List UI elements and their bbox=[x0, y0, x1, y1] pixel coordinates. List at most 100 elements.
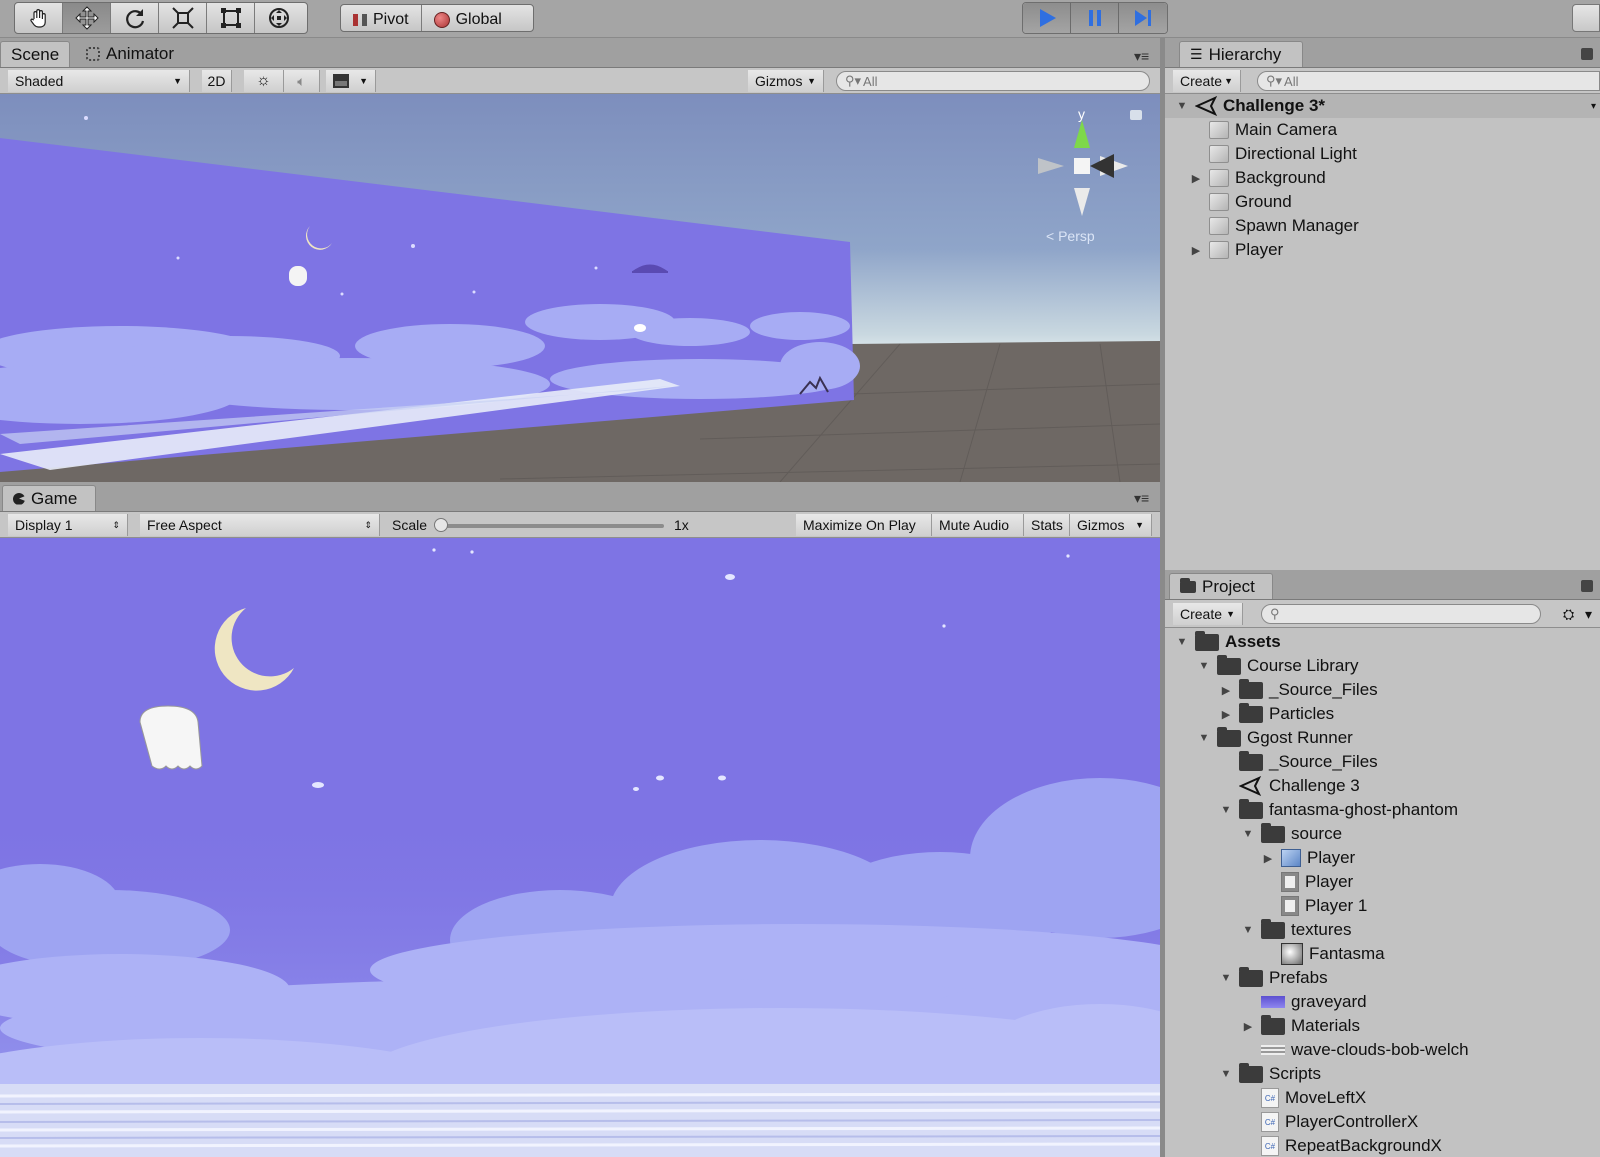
project-item[interactable]: ▼ Ggost Runner bbox=[1197, 726, 1353, 750]
folder-icon bbox=[1261, 822, 1285, 843]
lock-icon[interactable] bbox=[1581, 48, 1593, 60]
hierarchy-item[interactable]: Spawn Manager bbox=[1209, 214, 1359, 238]
expand-arrow-icon[interactable]: ▼ bbox=[1241, 827, 1255, 841]
play-button[interactable] bbox=[1023, 3, 1071, 33]
global-button[interactable]: Global bbox=[422, 5, 514, 31]
project-item[interactable]: Fantasma bbox=[1281, 942, 1385, 966]
expand-arrow-icon[interactable]: ▼ bbox=[1219, 971, 1233, 985]
project-item[interactable]: ▼ source bbox=[1241, 822, 1342, 846]
main-toolbar: Pivot Global bbox=[0, 0, 1600, 38]
filter-by-type-icon[interactable]: ⛭ bbox=[1563, 606, 1574, 623]
game-gizmos-dropdown[interactable]: Gizmos ▼ bbox=[1070, 514, 1152, 536]
hierarchy-item[interactable]: Directional Light bbox=[1209, 142, 1357, 166]
scale-slider-track[interactable] bbox=[436, 524, 664, 528]
hierarchy-search-input[interactable]: ⚲▾ All bbox=[1257, 71, 1600, 91]
rotate-tool-button[interactable] bbox=[111, 3, 159, 33]
pause-icon bbox=[1088, 10, 1101, 26]
scene-menu-icon[interactable]: ▾ bbox=[1591, 101, 1596, 112]
project-item[interactable]: C# RepeatBackgroundX bbox=[1261, 1134, 1442, 1157]
scale-tool-button[interactable] bbox=[159, 3, 207, 33]
expand-arrow-icon[interactable]: ▼ bbox=[1197, 731, 1211, 745]
hierarchy-item[interactable]: ▶ Player bbox=[1189, 238, 1283, 262]
filter-by-label-icon[interactable]: ▾ bbox=[1585, 606, 1592, 623]
project-item[interactable]: ▶ _Source_Files bbox=[1219, 678, 1378, 702]
project-item[interactable]: C# MoveLeftX bbox=[1261, 1086, 1366, 1110]
project-item[interactable]: ▼ textures bbox=[1241, 918, 1351, 942]
project-item[interactable]: ▼ Course Library bbox=[1197, 654, 1359, 678]
expand-arrow-icon[interactable]: ▼ bbox=[1241, 923, 1255, 937]
expand-arrow-icon[interactable]: ▼ bbox=[1175, 99, 1189, 113]
hand-tool-button[interactable] bbox=[15, 3, 63, 33]
csharp-script-icon: C# bbox=[1261, 1088, 1279, 1108]
hierarchy-item[interactable]: ▶ Background bbox=[1189, 166, 1326, 190]
hierarchy-create-button[interactable]: Create ▼ bbox=[1173, 70, 1241, 92]
project-item[interactable]: Player bbox=[1281, 870, 1353, 894]
shading-dropdown[interactable]: Shaded ▼ bbox=[8, 70, 190, 92]
expand-arrow-icon[interactable]: ▶ bbox=[1189, 243, 1203, 257]
lighting-toggle[interactable]: ☼ bbox=[244, 70, 284, 92]
tab-animator-label: Animator bbox=[106, 44, 175, 63]
tab-game[interactable]: Game bbox=[2, 485, 96, 511]
expand-arrow-icon[interactable]: ▶ bbox=[1189, 171, 1203, 185]
panel-menu-icon[interactable]: ▾≡ bbox=[1134, 48, 1149, 65]
expand-arrow-icon[interactable]: ▼ bbox=[1219, 803, 1233, 817]
tab-scene[interactable]: Scene bbox=[0, 41, 70, 67]
project-search-input[interactable]: ⚲ bbox=[1261, 604, 1541, 624]
unity-scene-icon bbox=[1195, 96, 1217, 116]
toggle-2d-button[interactable]: 2D bbox=[202, 70, 232, 92]
scale-slider-thumb[interactable] bbox=[434, 518, 448, 532]
lock-icon[interactable] bbox=[1130, 110, 1142, 120]
stats-toggle[interactable]: Stats bbox=[1024, 514, 1070, 536]
project-item[interactable]: _Source_Files bbox=[1239, 750, 1378, 774]
project-item-assets[interactable]: ▼ Assets bbox=[1175, 630, 1281, 654]
lock-icon[interactable] bbox=[1581, 580, 1593, 592]
expand-arrow-icon[interactable]: ▼ bbox=[1219, 1067, 1233, 1081]
maximize-on-play-toggle[interactable]: Maximize On Play bbox=[796, 514, 932, 536]
move-tool-button[interactable] bbox=[63, 3, 111, 33]
project-item[interactable]: ▼ fantasma-ghost-phantom bbox=[1219, 798, 1458, 822]
project-item[interactable]: ▶ Player bbox=[1261, 846, 1355, 870]
transform-tool-button[interactable] bbox=[255, 3, 303, 33]
tab-project[interactable]: Project bbox=[1169, 573, 1273, 599]
pivot-button[interactable]: Pivot bbox=[341, 5, 422, 31]
display-dropdown[interactable]: Display 1 ⇕ bbox=[8, 514, 128, 536]
rect-tool-button[interactable] bbox=[207, 3, 255, 33]
game-viewport[interactable] bbox=[0, 538, 1160, 1157]
expand-arrow-icon[interactable]: ▶ bbox=[1219, 707, 1233, 721]
tab-game-label: Game bbox=[31, 488, 78, 508]
step-button[interactable] bbox=[1119, 3, 1167, 33]
effects-dropdown[interactable]: ▼ bbox=[326, 70, 376, 92]
scene-search-input[interactable]: ⚲▾ All bbox=[836, 71, 1150, 91]
panel-menu-icon[interactable]: ▾≡ bbox=[1134, 490, 1149, 507]
pause-button[interactable] bbox=[1071, 3, 1119, 33]
hierarchy-item[interactable]: Ground bbox=[1209, 190, 1292, 214]
project-item[interactable]: C# PlayerControllerX bbox=[1261, 1110, 1418, 1134]
project-item[interactable]: graveyard bbox=[1261, 990, 1367, 1014]
expand-arrow-icon[interactable]: ▶ bbox=[1241, 1019, 1255, 1033]
mute-audio-toggle[interactable]: Mute Audio bbox=[932, 514, 1024, 536]
expand-arrow-icon[interactable]: ▶ bbox=[1261, 851, 1275, 865]
tab-animator[interactable]: Animator bbox=[76, 41, 184, 67]
project-item[interactable]: ▶ Materials bbox=[1241, 1014, 1360, 1038]
expand-arrow-icon[interactable]: ▼ bbox=[1175, 635, 1189, 649]
project-item[interactable]: ▼ Prefabs bbox=[1219, 966, 1328, 990]
orientation-gizmo[interactable]: y < Persp bbox=[1034, 104, 1134, 244]
project-item[interactable]: Challenge 3 bbox=[1239, 774, 1360, 798]
hierarchy-item[interactable]: Main Camera bbox=[1209, 118, 1337, 142]
collab-button[interactable] bbox=[1572, 4, 1600, 32]
scene-gizmos-dropdown[interactable]: Gizmos ▼ bbox=[748, 70, 824, 92]
expand-arrow-icon[interactable]: ▼ bbox=[1197, 659, 1211, 673]
aspect-dropdown[interactable]: Free Aspect ⇕ bbox=[140, 514, 380, 536]
project-item[interactable]: wave-clouds-bob-welch bbox=[1261, 1038, 1469, 1062]
scale-icon bbox=[171, 7, 194, 29]
tab-hierarchy[interactable]: ☰ Hierarchy bbox=[1179, 41, 1303, 67]
project-item[interactable]: Player 1 bbox=[1281, 894, 1367, 918]
expand-arrow-icon[interactable]: ▶ bbox=[1219, 683, 1233, 697]
project-create-button[interactable]: Create ▼ bbox=[1173, 603, 1243, 625]
project-item[interactable]: ▼ Scripts bbox=[1219, 1062, 1321, 1086]
audio-toggle[interactable]: 🔈︎ bbox=[284, 70, 320, 92]
project-item[interactable]: ▶ Particles bbox=[1219, 702, 1334, 726]
scene-root-row[interactable]: ▼ Challenge 3* ▾ bbox=[1165, 94, 1600, 118]
scene-viewport[interactable]: y < Persp bbox=[0, 94, 1160, 482]
game-render bbox=[0, 548, 1160, 1157]
